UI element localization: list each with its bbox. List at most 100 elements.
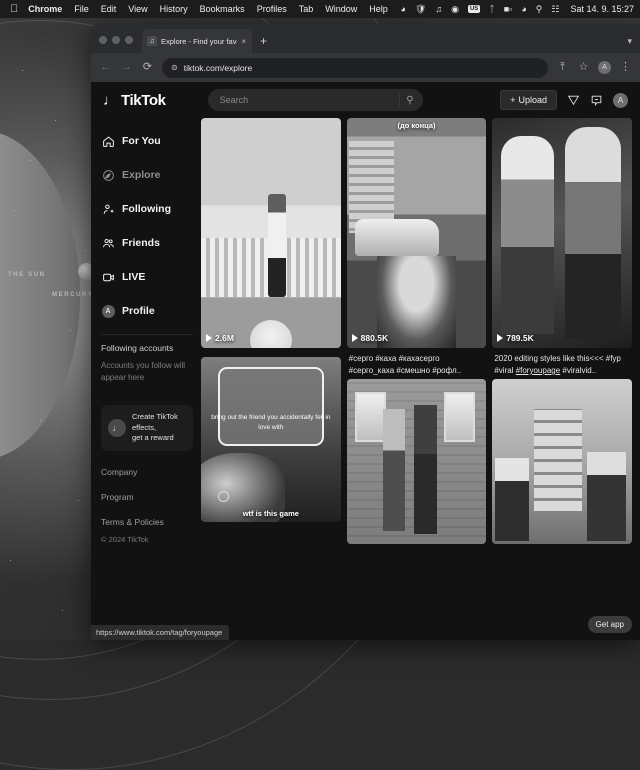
search-divider	[399, 94, 400, 106]
menu-item-history[interactable]: History	[160, 4, 188, 14]
menu-item-bookmarks[interactable]: Bookmarks	[200, 4, 245, 14]
avatar-icon: A	[101, 305, 115, 318]
video-card[interactable]: (до конца) 880.5K #серго #каха #кахасерг…	[347, 118, 487, 375]
video-thumbnail[interactable]: 2.6M	[201, 118, 341, 348]
browser-profile-avatar[interactable]: A	[598, 61, 611, 74]
video-thumbnail[interactable]: 789.5K	[492, 118, 632, 348]
search-input[interactable]	[220, 95, 400, 105]
sidebar-link-terms[interactable]: Terms & Policies	[101, 517, 201, 527]
menu-item-file[interactable]: File	[74, 4, 89, 14]
maximize-window-button[interactable]	[125, 36, 133, 44]
thumbnail-art	[501, 136, 554, 334]
sidebar-item-label: Explore	[122, 169, 161, 181]
clock-icon[interactable]: ◉	[451, 4, 459, 15]
menu-item-window[interactable]: Window	[325, 4, 357, 14]
close-tab-button[interactable]: ×	[241, 37, 247, 46]
tiktok-logo[interactable]: ♩ TikTok	[103, 92, 166, 109]
browser-tab-explore[interactable]: ♫ Explore - Find your favourite ×	[142, 29, 252, 53]
video-card[interactable]: 789.5K 2020 editing styles like this<<< …	[492, 118, 632, 375]
video-thumbnail[interactable]	[347, 379, 487, 544]
video-caption[interactable]: 2020 editing styles like this<<< #fyp #v…	[492, 348, 632, 375]
wifi-icon[interactable]: ◕	[521, 4, 526, 14]
upload-button[interactable]: + Upload	[500, 90, 557, 110]
sidebar-item-label: Following	[122, 203, 171, 215]
following-accounts-subtitle: Accounts you follow will appear here	[101, 360, 201, 383]
menu-item-chrome[interactable]: Chrome	[28, 4, 62, 14]
music-icon[interactable]: ♫	[435, 4, 442, 14]
back-button[interactable]: ←	[99, 62, 112, 73]
chevron-down-icon[interactable]: ▾	[627, 36, 632, 47]
star-icon[interactable]: ☆	[577, 62, 590, 73]
new-tab-button[interactable]: +	[252, 35, 275, 53]
thumbnail-art	[355, 219, 439, 256]
sidebar-link-program[interactable]: Program	[101, 492, 201, 502]
sidebar-item-label: Friends	[122, 237, 160, 249]
shield-icon[interactable]: 🛡	[415, 4, 426, 15]
macos-menu-bar:  Chrome File Edit View History Bookmark…	[0, 0, 640, 18]
view-count: 2.6M	[206, 333, 234, 343]
sidebar-item-following[interactable]: Following	[101, 192, 201, 226]
sidebar-item-for-you[interactable]: For You	[101, 124, 201, 158]
sidebar-item-explore[interactable]: Explore	[101, 158, 201, 192]
control-center-icon[interactable]: ☷	[551, 4, 559, 15]
video-card[interactable]	[347, 379, 487, 544]
search-icon[interactable]: ⚲	[536, 4, 543, 15]
people-icon	[101, 237, 115, 250]
video-caption[interactable]: #серго #каха #кахасерго #серго_каха #сме…	[347, 348, 487, 375]
video-overlay-text: bring out the friend you accidentally fe…	[209, 413, 332, 432]
view-count: 880.5K	[352, 333, 388, 343]
thumbnail-art	[383, 409, 405, 531]
sidebar-item-live[interactable]: LIVE	[101, 260, 201, 294]
menu-item-edit[interactable]: Edit	[101, 4, 117, 14]
thumbnail-art	[414, 405, 438, 534]
caption-hashtag-link[interactable]: #foryoupage	[516, 366, 560, 375]
create-effects-promo-card[interactable]: ♩ Create TikTok effects, get a reward	[101, 405, 193, 451]
video-thumbnail[interactable]: (до конца) 880.5K	[347, 118, 487, 348]
window-traffic-lights[interactable]	[99, 36, 133, 53]
reload-button[interactable]: ⟳	[141, 62, 154, 73]
browser-tab-title: Explore - Find your favourite	[161, 37, 237, 46]
close-window-button[interactable]	[99, 36, 107, 44]
thumbnail-overlay-card	[218, 367, 324, 446]
apple-menu-icon[interactable]: 	[10, 4, 18, 15]
video-card[interactable]: 2.6M	[201, 118, 341, 353]
promo-line-1: Create TikTok effects,	[132, 412, 178, 432]
menu-item-tab[interactable]: Tab	[299, 4, 314, 14]
menu-item-help[interactable]: Help	[369, 4, 388, 14]
wallpaper-sun-label: THE SUN	[8, 272, 46, 278]
sidebar-item-label: For You	[122, 135, 161, 147]
share-icon[interactable]: ⤒	[556, 62, 569, 73]
sidebar-link-company[interactable]: Company	[101, 467, 201, 477]
screen-record-icon[interactable]: ◕	[400, 4, 405, 14]
sidebar-divider	[101, 334, 193, 335]
sidebar-item-profile[interactable]: A Profile	[101, 294, 201, 328]
paper-plane-icon[interactable]	[567, 94, 580, 107]
video-thumbnail[interactable]	[492, 379, 632, 544]
tiktok-sidebar: For You Explore	[91, 118, 201, 640]
bluetooth-icon[interactable]: ᛏ	[489, 4, 494, 14]
tiktok-logo-text: TikTok	[121, 92, 166, 109]
battery-icon[interactable]: ■▫	[504, 4, 513, 14]
sidebar-item-friends[interactable]: Friends	[101, 226, 201, 260]
avatar[interactable]: A	[613, 93, 628, 108]
plus-icon: +	[510, 95, 515, 105]
video-card[interactable]	[492, 379, 632, 544]
page-info-icon[interactable]: ⊜	[171, 63, 178, 72]
video-caption[interactable]	[201, 348, 341, 353]
video-thumbnail[interactable]: bring out the friend you accidentally fe…	[201, 357, 341, 522]
minimize-window-button[interactable]	[112, 36, 120, 44]
get-app-button[interactable]: Get app	[588, 616, 632, 633]
menu-item-view[interactable]: View	[128, 4, 147, 14]
input-source-badge[interactable]: US	[468, 5, 480, 13]
search-icon[interactable]: ⚲	[406, 95, 418, 106]
kebab-menu-icon[interactable]: ⋮	[619, 62, 632, 73]
menu-item-profiles[interactable]: Profiles	[257, 4, 287, 14]
search-box[interactable]: ⚲	[208, 89, 423, 111]
video-card[interactable]: bring out the friend you accidentally fe…	[201, 357, 341, 522]
message-icon[interactable]	[590, 94, 603, 107]
forward-button[interactable]: →	[120, 62, 133, 73]
thumbnail-art	[250, 320, 292, 348]
address-bar[interactable]: ⊜ tiktok.com/explore	[162, 58, 548, 78]
thumbnail-art	[444, 392, 475, 442]
menu-bar-clock[interactable]: Sat 14. 9. 15:27	[570, 4, 634, 14]
